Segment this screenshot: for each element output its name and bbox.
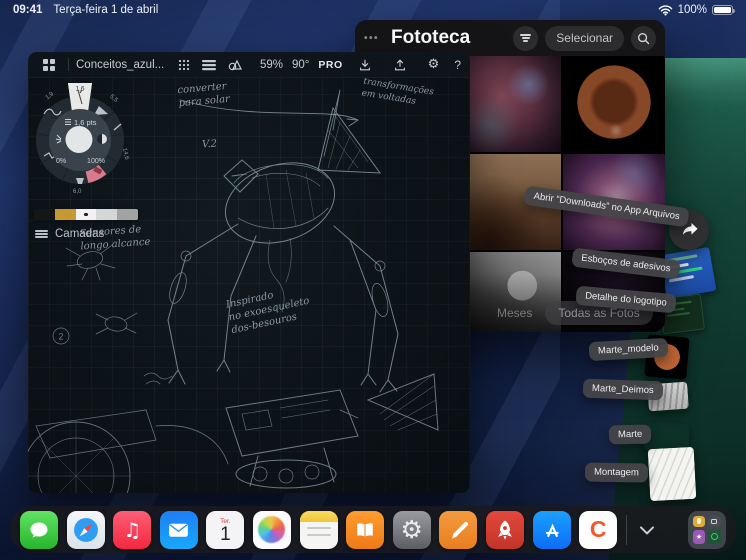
dock-app-calendar[interactable]: Ter. 1 [206, 510, 245, 549]
segment-meses[interactable]: Meses [497, 306, 532, 320]
pen-icon [452, 521, 469, 539]
active-size: 1,6 [75, 86, 84, 93]
music-note-icon: ♫ [123, 517, 142, 542]
dock-app-mail[interactable] [159, 510, 198, 549]
color-swatch[interactable] [96, 209, 118, 220]
mini-app-camera [708, 515, 721, 527]
date: Terça-feira 1 de abril [53, 4, 159, 16]
drag-file-label[interactable]: Marte_Deimos [582, 378, 664, 401]
opacity-min: 0% [56, 158, 66, 165]
dock-app-notes[interactable] [299, 510, 338, 549]
contrast-icon [97, 134, 107, 144]
wheel-mech-sketch [28, 409, 229, 493]
ring-size-4: 14,6 [121, 148, 129, 161]
dish-robot-sketch [225, 373, 439, 489]
export-icon[interactable] [393, 58, 407, 72]
search-button[interactable] [631, 25, 656, 51]
dock-app-c[interactable]: C [579, 510, 618, 549]
app-store-icon [545, 523, 559, 537]
brush-preview[interactable] [65, 126, 93, 153]
gear-icon: ⚙ [400, 515, 423, 544]
zoom-level[interactable]: 59% [260, 59, 283, 71]
layers-label: Camadas [55, 228, 105, 240]
battery-icon [712, 5, 735, 15]
color-swatch-bar [34, 209, 138, 220]
dock-app-settings[interactable]: ⚙ [392, 510, 431, 549]
fototeca-header: ••• Fototeca Selecionar [355, 20, 665, 56]
document-title[interactable]: Conceitos_azul... [76, 59, 164, 71]
notes-icon [299, 510, 338, 522]
pro-badge[interactable]: PRO [318, 59, 342, 71]
dock-app-safari[interactable] [66, 510, 105, 549]
dock-app-books[interactable] [346, 510, 385, 549]
help-button[interactable]: ? [454, 58, 461, 72]
opacity-max: 100% [87, 158, 105, 165]
mail-envelope-icon [169, 523, 189, 537]
concepts-window: 2 converter para solar transformações em… [28, 52, 470, 493]
concepts-toolbar: Conceitos_azul... 59% 90° PRO ⚙ ? [28, 52, 470, 78]
mini-doodles-sketch: 2 [52, 244, 173, 385]
color-swatch[interactable] [117, 209, 138, 220]
dock-app-library[interactable]: ★ [687, 510, 726, 549]
drag-file-label[interactable]: Montagem [584, 462, 649, 483]
rocket-icon [498, 519, 512, 540]
clock: 09:41 [13, 4, 43, 16]
color-swatch[interactable] [54, 209, 76, 220]
rotation-value[interactable]: 90° [292, 59, 309, 71]
sketch-number: 2 [58, 332, 63, 342]
drag-thumb-sketch-white[interactable] [647, 446, 697, 502]
gear-icon[interactable]: ⚙ [428, 58, 440, 71]
import-icon[interactable] [358, 58, 372, 72]
dock-app-app-store[interactable] [532, 510, 571, 549]
window-title: Fototeca [391, 27, 471, 48]
wifi-icon [658, 5, 672, 16]
ring-size-3: 6,0 [73, 189, 82, 195]
layers-icon[interactable] [202, 59, 217, 71]
dock-app-rocket[interactable] [485, 510, 524, 549]
layers-panel-toggle[interactable]: Camadas [35, 228, 104, 240]
dock-app-photos[interactable] [252, 510, 291, 549]
layers-list-icon [35, 228, 48, 240]
color-swatch-selected[interactable] [75, 209, 97, 220]
messages-icon [30, 522, 48, 537]
dock: ♫ Ter. 1 ⚙ C ★ [10, 506, 736, 553]
mini-app-lightbulb [692, 515, 706, 527]
chevron-down-icon [639, 525, 654, 534]
dock-app-draw[interactable] [439, 510, 478, 549]
color-swatch[interactable] [34, 209, 55, 220]
dock-app-messages[interactable] [20, 510, 58, 549]
tool-wheel[interactable]: 1,6 1,9 5,5 6,0 14,6 1,6 pts 0% 100% [32, 82, 132, 197]
ring-size-2: 5,5 [108, 94, 119, 104]
precision-grid-icon[interactable] [178, 59, 190, 71]
annotation-version: V.2 [201, 138, 218, 151]
c-app-icon: C [589, 516, 607, 542]
status-bar: 09:41 Terça-feira 1 de abril 100% [0, 0, 746, 20]
mini-app-star: ★ [692, 530, 706, 544]
battery-percent: 100% [677, 4, 707, 16]
search-icon [637, 32, 650, 44]
calendar-day: 1 [220, 523, 231, 545]
filter-button[interactable] [513, 25, 539, 51]
mini-app-ring [708, 530, 721, 544]
size-label: 1,6 pts [74, 118, 97, 127]
more-button[interactable]: ••• [364, 33, 379, 44]
annotation-converter: converter para solar [177, 81, 231, 110]
dock-app-music[interactable]: ♫ [113, 510, 152, 549]
select-button[interactable]: Selecionar [545, 25, 624, 51]
ring-size-1: 1,9 [45, 91, 56, 101]
dock-chevron-button[interactable] [634, 511, 660, 549]
app-grid-icon[interactable] [43, 58, 55, 71]
drag-file-label[interactable]: Marte [608, 424, 652, 445]
spider-mech-sketch [167, 89, 399, 393]
ipad-screen: 09:41 Terça-feira 1 de abril 100% Meses … [0, 0, 746, 560]
objects-icon[interactable] [228, 58, 243, 71]
books-icon [357, 522, 373, 537]
dock-divider [625, 514, 627, 545]
safari-icon [73, 517, 98, 542]
photos-flower-icon [258, 516, 286, 543]
